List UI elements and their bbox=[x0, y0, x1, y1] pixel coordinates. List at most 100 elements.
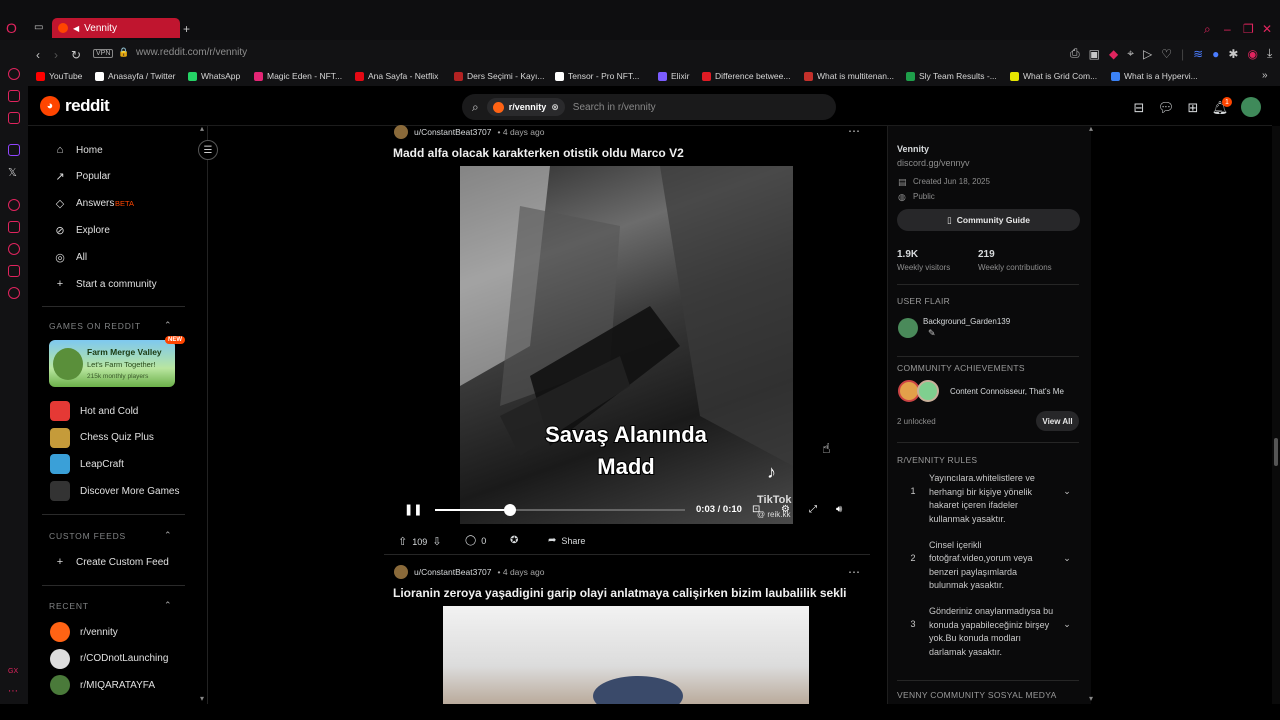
sidebar-scroll-up-icon[interactable]: ▴ bbox=[1089, 124, 1093, 133]
game-item[interactable]: Discover More Games bbox=[50, 481, 179, 502]
share-button[interactable]: ➦ Share bbox=[548, 535, 585, 546]
recent-collapse-icon[interactable]: ⌃ bbox=[164, 600, 172, 611]
sidebar-speed-dial-icon[interactable] bbox=[8, 199, 20, 211]
page-scrollbar-thumb[interactable] bbox=[1274, 438, 1278, 466]
flair-avatar[interactable] bbox=[898, 318, 918, 338]
bookmark-item[interactable]: Sly Team Results -... bbox=[906, 71, 997, 81]
nav-item-explore[interactable]: ⊘ Explore bbox=[54, 224, 110, 237]
lock-icon[interactable]: 🔒 bbox=[118, 47, 129, 58]
play-icon[interactable]: ▷ bbox=[1143, 46, 1152, 61]
game-item[interactable]: LeapCraft bbox=[50, 454, 124, 475]
settings-icon[interactable]: ⚙ bbox=[781, 504, 790, 515]
snapshot-icon[interactable]: ⎙ bbox=[1070, 46, 1080, 61]
bookmark-item[interactable]: YouTube bbox=[36, 71, 82, 81]
bookmark-item[interactable]: Magic Eden - NFT... bbox=[254, 71, 342, 81]
featured-game-card[interactable]: Farm Merge Valley Let's Farm Together! 2… bbox=[49, 340, 175, 387]
video-player[interactable]: Savaş Alanında Madd ♪ TikTok @ reik.kk ❚… bbox=[393, 166, 859, 524]
back-icon[interactable]: ‹ bbox=[36, 48, 40, 62]
pip-icon[interactable]: ▣ bbox=[1089, 46, 1100, 61]
vpn-badge[interactable]: VPN bbox=[93, 49, 114, 58]
sidebar-history-icon[interactable] bbox=[8, 243, 20, 255]
author-avatar[interactable] bbox=[394, 125, 408, 139]
url-text[interactable]: www.reddit.com/r/vennity bbox=[136, 47, 247, 58]
fullscreen-icon[interactable]: ⤢ bbox=[809, 504, 817, 515]
clear-chip-icon[interactable]: ⊗ bbox=[551, 102, 559, 113]
comments-button[interactable]: ◯ 0 bbox=[465, 535, 486, 546]
reload-icon[interactable]: ↻ bbox=[71, 48, 81, 62]
search-tabs-icon[interactable]: ⌕ bbox=[1204, 22, 1211, 37]
post-title[interactable]: Lioranin zeroya yaşadigini garip olayi a… bbox=[393, 586, 847, 600]
bookmark-item[interactable]: What is multitenan... bbox=[804, 71, 894, 81]
tab-vennity[interactable]: ◀ Vennity bbox=[52, 18, 180, 38]
post-title[interactable]: Madd alfa olacak karakterken otistik old… bbox=[393, 146, 684, 160]
sidebar-settings-icon[interactable] bbox=[8, 287, 20, 299]
sidebar-instagram-icon[interactable] bbox=[8, 112, 20, 124]
post-author[interactable]: u/ConstantBeat3707 bbox=[414, 127, 492, 137]
sidebar-x-icon[interactable]: 𝕏 bbox=[8, 166, 17, 179]
search-input[interactable]: Search in r/vennity bbox=[573, 102, 656, 113]
view-all-button[interactable]: View All bbox=[1036, 411, 1079, 431]
upvote-icon[interactable]: ⇧ bbox=[398, 535, 407, 548]
opera-logo-icon[interactable]: O bbox=[6, 20, 17, 36]
award-icon[interactable]: ✪ bbox=[510, 535, 518, 546]
post-overflow-menu-icon[interactable]: ⋯ bbox=[848, 565, 860, 579]
sidebar-messenger-icon[interactable] bbox=[8, 90, 20, 102]
flair-username[interactable]: Background_Garden139 bbox=[923, 317, 1010, 326]
extension-blue-icon[interactable]: ● bbox=[1212, 46, 1219, 61]
user-avatar[interactable] bbox=[1241, 97, 1261, 117]
restore-icon[interactable]: ❐ bbox=[1243, 22, 1254, 36]
game-item[interactable]: Hot and Cold bbox=[50, 401, 138, 421]
captions-icon[interactable]: ⊡ bbox=[752, 504, 760, 515]
advertise-icon[interactable]: ⊟ bbox=[1132, 100, 1146, 115]
community-guide-button[interactable]: ▯ Community Guide bbox=[897, 209, 1080, 231]
speaker-icon[interactable]: ◀ bbox=[73, 24, 79, 33]
search-bar[interactable]: ⌕ r/vennity ⊗ Search in r/vennity bbox=[462, 94, 836, 120]
download-icon[interactable]: ⤓ bbox=[1267, 46, 1272, 61]
sidebar-bookmarks-icon[interactable] bbox=[8, 221, 20, 233]
minimize-icon[interactable]: – bbox=[1224, 22, 1231, 36]
sidebar-twitch-icon[interactable] bbox=[8, 144, 20, 156]
extension-sound-icon[interactable]: ≋ bbox=[1193, 46, 1203, 61]
video-progress-track[interactable] bbox=[435, 504, 685, 516]
search-community-chip[interactable]: r/vennity ⊗ bbox=[486, 98, 565, 116]
bookmark-item[interactable]: Ana Sayfa - Netflix bbox=[355, 71, 438, 81]
nav-scroll-down-icon[interactable]: ▾ bbox=[200, 694, 204, 703]
games-collapse-icon[interactable]: ⌃ bbox=[164, 320, 172, 331]
bookmark-item[interactable]: What is a Hypervi... bbox=[1111, 71, 1198, 81]
nav-scroll-up-icon[interactable]: ▴ bbox=[200, 124, 204, 133]
extensions-icon[interactable]: ✱ bbox=[1228, 46, 1238, 61]
sidebar-more-icon[interactable]: ⋯ bbox=[8, 686, 18, 697]
recent-community-item[interactable]: r/MIQARATAYFA bbox=[50, 675, 155, 696]
volume-icon[interactable]: 🔊︎ bbox=[836, 504, 842, 515]
downvote-icon[interactable]: ⇩ bbox=[432, 535, 441, 548]
reddit-logo[interactable]: ◕ reddit bbox=[40, 96, 110, 116]
post-media[interactable] bbox=[393, 606, 859, 706]
pause-icon[interactable]: ❚❚ bbox=[404, 503, 422, 516]
sidebar-gx-icon[interactable]: GX bbox=[8, 668, 18, 675]
author-avatar[interactable] bbox=[394, 565, 408, 579]
bookmark-item[interactable]: WhatsApp bbox=[188, 71, 240, 81]
recent-community-item[interactable]: r/CODnotLaunching bbox=[50, 648, 168, 669]
pocket-icon[interactable]: ◆ bbox=[1109, 46, 1118, 61]
new-tab-icon[interactable]: + bbox=[183, 22, 190, 36]
recent-community-item[interactable]: r/vennity bbox=[50, 622, 118, 642]
game-item[interactable]: Chess Quiz Plus bbox=[50, 427, 154, 448]
collapse-nav-button[interactable]: ☰ bbox=[198, 140, 218, 160]
create-custom-feed[interactable]: + Create Custom Feed bbox=[54, 556, 169, 568]
nav-item-popular[interactable]: ↗ Popular bbox=[54, 171, 110, 183]
community-link[interactable]: discord.gg/vennyv bbox=[897, 158, 970, 168]
bookmark-item[interactable]: Difference betwee... bbox=[702, 71, 790, 81]
flair-edit-icon[interactable]: ✎ bbox=[928, 328, 936, 339]
chevron-down-icon[interactable]: ⌄ bbox=[1055, 472, 1079, 526]
rule-item[interactable]: 2 Cinsel içerikli fotoğraf.video,yorum ve… bbox=[897, 539, 1079, 593]
bookmark-item[interactable]: Ders Seçimi - Kayı... bbox=[454, 71, 544, 81]
camera-icon[interactable]: ⌖ bbox=[1127, 46, 1134, 61]
recent-header[interactable]: RECENT bbox=[49, 601, 89, 611]
close-window-icon[interactable]: ✕ bbox=[1262, 22, 1272, 36]
nav-item-all[interactable]: ◎ All bbox=[54, 251, 87, 264]
chevron-down-icon[interactable]: ⌄ bbox=[1055, 605, 1079, 659]
post-author[interactable]: u/ConstantBeat3707 bbox=[414, 567, 492, 577]
profile-icon[interactable]: ◉ bbox=[1247, 46, 1257, 61]
chevron-down-icon[interactable]: ⌄ bbox=[1055, 539, 1079, 593]
rule-item[interactable]: 3 Gönderiniz onaylanmadıysa bu konuda yap… bbox=[897, 605, 1079, 659]
